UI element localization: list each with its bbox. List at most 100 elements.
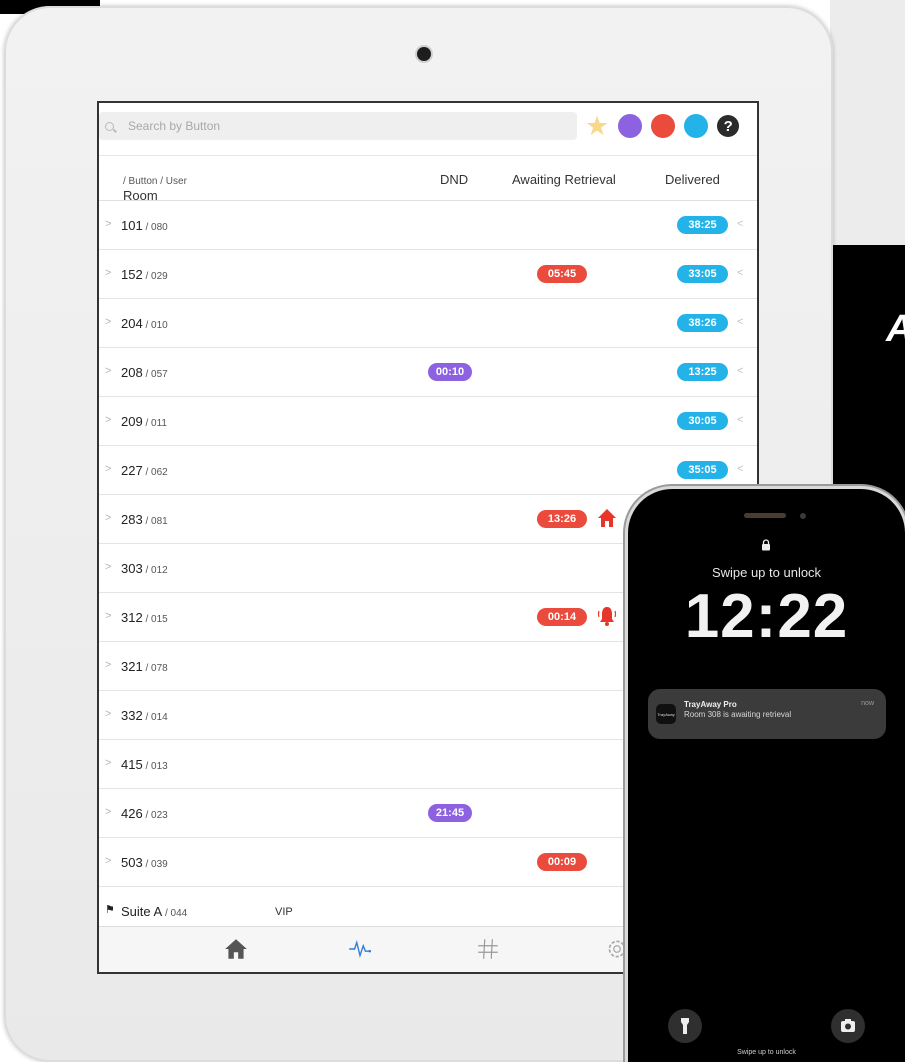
delivered-timer-badge[interactable]: 38:25 xyxy=(677,216,728,234)
collapse-chevron-icon[interactable]: < xyxy=(737,267,743,279)
room-number: 303 xyxy=(121,561,143,576)
collapse-chevron-icon[interactable]: < xyxy=(737,414,743,426)
blue-filter-button[interactable] xyxy=(684,114,709,138)
activity-icon[interactable] xyxy=(347,936,373,962)
notification-message: Room 308 is awaiting retrieval xyxy=(684,710,792,719)
room-number: 208 xyxy=(121,365,143,380)
room-number: 101 xyxy=(121,218,143,233)
table-row[interactable]: >204 / 010 38:26 < xyxy=(99,299,757,348)
table-row[interactable]: >227 / 062 35:05 < xyxy=(99,446,757,495)
room-label: 332 / 014 xyxy=(121,708,168,723)
awaiting-timer-badge[interactable]: 05:45 xyxy=(537,265,587,283)
button-number: / 013 xyxy=(142,761,168,772)
room-number: 415 xyxy=(121,757,143,772)
collapse-chevron-icon[interactable]: < xyxy=(737,218,743,230)
button-number: / 062 xyxy=(142,467,168,478)
dnd-timer-badge[interactable]: 21:45 xyxy=(428,804,472,822)
expand-chevron-icon[interactable]: > xyxy=(105,708,111,720)
expand-chevron-icon[interactable]: > xyxy=(105,218,111,230)
awaiting-timer-badge[interactable]: 00:14 xyxy=(537,608,587,626)
red-filter-button[interactable] xyxy=(651,114,676,138)
expand-chevron-icon[interactable]: > xyxy=(105,414,111,426)
delivered-timer-badge[interactable]: 38:26 xyxy=(677,314,728,332)
button-number: / 057 xyxy=(142,369,168,380)
dnd-timer-badge[interactable]: 00:10 xyxy=(428,363,472,381)
button-number: / 014 xyxy=(142,712,168,723)
collapse-chevron-icon[interactable]: < xyxy=(737,316,743,328)
column-delivered[interactable]: Delivered xyxy=(665,172,720,187)
notification-card[interactable]: TrayAway TrayAway Pro Room 308 is awaiti… xyxy=(648,689,886,739)
delivered-timer-badge[interactable]: 33:05 xyxy=(677,265,728,283)
swipe-hint-bottom: Swipe up to unlock xyxy=(737,1049,796,1056)
vip-tag: VIP xyxy=(275,906,293,918)
expand-chevron-icon[interactable]: > xyxy=(105,267,111,279)
lock-icon xyxy=(762,539,770,551)
collapse-chevron-icon[interactable]: < xyxy=(737,365,743,377)
table-row[interactable]: >208 / 057 00:10 13:25 < xyxy=(99,348,757,397)
collapse-chevron-icon[interactable]: < xyxy=(737,463,743,475)
room-number: 152 xyxy=(121,267,143,282)
expand-chevron-icon[interactable]: > xyxy=(105,316,111,328)
expand-chevron-icon[interactable]: > xyxy=(105,659,111,671)
expand-chevron-icon[interactable]: > xyxy=(105,757,111,769)
button-number: / 081 xyxy=(142,516,168,527)
button-number: / 015 xyxy=(142,614,168,625)
expand-chevron-icon[interactable]: > xyxy=(105,561,111,573)
tablet-camera xyxy=(417,47,431,61)
awaiting-timer-badge[interactable]: 13:26 xyxy=(537,510,587,528)
room-number: 283 xyxy=(121,512,143,527)
background-light-panel xyxy=(830,0,905,245)
room-number: 426 xyxy=(121,806,143,821)
help-button[interactable]: ? xyxy=(717,115,740,137)
button-number: / 039 xyxy=(142,859,168,870)
expand-chevron-icon[interactable]: > xyxy=(105,855,111,867)
expand-chevron-icon[interactable]: > xyxy=(105,365,111,377)
button-number: / 029 xyxy=(142,271,168,282)
expand-chevron-icon[interactable]: > xyxy=(105,610,111,622)
house-alert-icon xyxy=(598,509,616,527)
search-input[interactable]: Search by Button xyxy=(99,112,577,140)
expand-chevron-icon[interactable]: > xyxy=(105,806,111,818)
awaiting-timer-badge[interactable]: 00:09 xyxy=(537,853,587,871)
room-number: 209 xyxy=(121,414,143,429)
expand-chevron-icon[interactable]: > xyxy=(105,463,111,475)
camera-button[interactable] xyxy=(831,1009,865,1043)
delivered-timer-badge[interactable]: 13:25 xyxy=(677,363,728,381)
column-dnd[interactable]: DND xyxy=(440,172,468,187)
search-placeholder: Search by Button xyxy=(128,119,221,133)
column-room[interactable]: Room / Button / User xyxy=(123,172,187,203)
room-label: 303 / 012 xyxy=(121,561,168,576)
lock-screen-clock: 12:22 xyxy=(684,582,849,651)
room-label: 209 / 011 xyxy=(121,414,167,429)
delivered-timer-badge[interactable]: 30:05 xyxy=(677,412,728,430)
flashlight-button[interactable] xyxy=(668,1009,702,1043)
delivered-timer-badge[interactable]: 35:05 xyxy=(677,461,728,479)
swipe-hint-top: Swipe up to unlock xyxy=(711,565,822,580)
room-label: 227 / 062 xyxy=(121,463,168,478)
column-awaiting[interactable]: Awaiting Retrieval xyxy=(512,172,616,187)
hashtag-icon[interactable] xyxy=(475,936,501,962)
star-filter-icon[interactable]: ★ xyxy=(585,112,609,140)
column-room-sub: / Button / User xyxy=(123,176,187,187)
home-icon[interactable] xyxy=(223,936,249,962)
top-bar: Search by Button ★ ? xyxy=(99,103,757,149)
filter-bar: ★ ? xyxy=(585,112,740,140)
app-icon: TrayAway xyxy=(656,704,676,724)
phone-speaker xyxy=(744,513,786,518)
expand-chevron-icon[interactable]: > xyxy=(105,512,111,524)
room-label: 208 / 057 xyxy=(121,365,168,380)
room-number: 503 xyxy=(121,855,143,870)
table-row[interactable]: >209 / 011 30:05 < xyxy=(99,397,757,446)
settings-icon[interactable] xyxy=(604,936,630,962)
room-label: 283 / 081 xyxy=(121,512,168,527)
room-label: 101 / 080 xyxy=(121,218,168,233)
phone-front-camera xyxy=(800,513,806,519)
table-row[interactable]: >152 / 029 05:45 33:05 < xyxy=(99,250,757,299)
notification-app-name: TrayAway Pro xyxy=(684,700,737,709)
room-number: 332 xyxy=(121,708,143,723)
room-number: 312 xyxy=(121,610,143,625)
table-row[interactable]: >101 / 080 38:25 < xyxy=(99,201,757,250)
room-label: 204 / 010 xyxy=(121,316,168,331)
room-label: 152 / 029 xyxy=(121,267,168,282)
purple-filter-button[interactable] xyxy=(618,114,643,138)
